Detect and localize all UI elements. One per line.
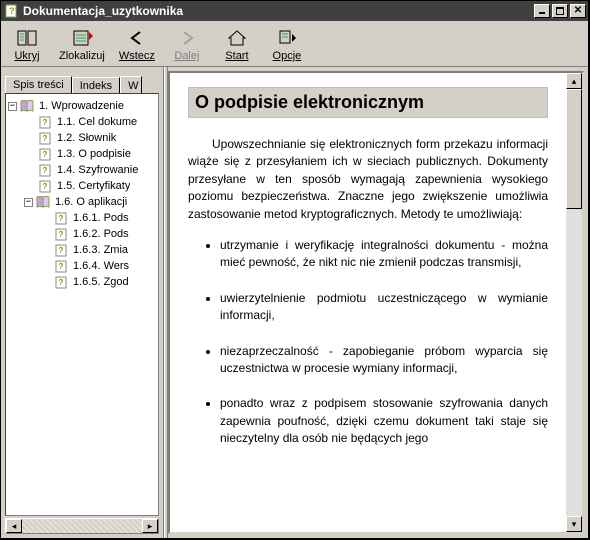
forward-button: Dalej — [167, 25, 207, 64]
content-vertical-scrollbar[interactable]: ▴ ▾ — [566, 73, 582, 532]
scroll-track[interactable] — [22, 519, 142, 533]
hide-icon — [15, 27, 39, 49]
options-label: Opcje — [273, 50, 302, 62]
tree-node[interactable]: ?1.6.4. Wers — [8, 258, 156, 274]
svg-text:?: ? — [43, 166, 48, 175]
tab-search[interactable]: W ◂▸ — [120, 76, 142, 94]
minimize-button[interactable] — [534, 4, 550, 18]
svg-text:?: ? — [43, 134, 48, 143]
svg-text:?: ? — [59, 246, 64, 255]
tree-view[interactable]: −1. Wprowadzenie ?1.1. Cel dokume ?1.2. … — [5, 93, 159, 516]
content-pane: O podpisie elektronicznym Upowszechniani… — [168, 71, 584, 534]
scroll-up-icon[interactable]: ▴ — [566, 73, 582, 89]
tree-node[interactable]: −1.6. O aplikacji — [8, 194, 156, 210]
intro-paragraph: Upowszechnianie się elektronicznych form… — [188, 136, 548, 223]
list-item: uwierzytelnienie podmiotu uczestnicząceg… — [220, 290, 548, 325]
page-icon: ? — [38, 115, 54, 129]
page-icon: ? — [54, 211, 70, 225]
window-title: Dokumentacja_uzytkownika — [23, 4, 534, 18]
page-icon: ? — [38, 179, 54, 193]
main-area: Spis treści Indeks W ◂▸ −1. Wprowadzenie… — [1, 67, 588, 538]
nav-pane: Spis treści Indeks W ◂▸ −1. Wprowadzenie… — [1, 67, 164, 538]
page-icon: ? — [54, 243, 70, 257]
back-arrow-icon — [125, 27, 149, 49]
tree-node[interactable]: ?1.6.5. Zgod — [8, 274, 156, 290]
tree-node[interactable]: ?1.4. Szyfrowanie — [8, 162, 156, 178]
toolbar: Ukryj Zlokalizuj Wstecz Dalej Start Opcj… — [1, 21, 588, 67]
scroll-thumb[interactable] — [566, 89, 582, 209]
svg-text:?: ? — [43, 150, 48, 159]
tree-node[interactable]: ?1.1. Cel dokume — [8, 114, 156, 130]
page-heading: O podpisie elektronicznym — [188, 87, 548, 118]
page-icon: ? — [54, 227, 70, 241]
options-button[interactable]: Opcje — [267, 25, 307, 64]
page-icon: ? — [54, 259, 70, 273]
app-icon: ? — [5, 4, 19, 18]
hide-label: Ukryj — [14, 50, 39, 62]
close-button[interactable]: ✕ — [570, 4, 586, 18]
tree-node[interactable]: ?1.6.2. Pods — [8, 226, 156, 242]
options-icon — [275, 27, 299, 49]
book-open-icon — [36, 195, 52, 209]
tab-contents[interactable]: Spis treści — [5, 76, 72, 93]
locate-button[interactable]: Zlokalizuj — [57, 25, 107, 64]
svg-text:?: ? — [59, 278, 64, 287]
back-label: Wstecz — [119, 50, 155, 62]
scroll-down-icon[interactable]: ▾ — [566, 516, 582, 532]
list-item: utrzymanie i weryfikację integralności d… — [220, 237, 548, 272]
scroll-track[interactable] — [566, 89, 582, 516]
tree-node[interactable]: ?1.5. Certyfikaty — [8, 178, 156, 194]
svg-text:?: ? — [43, 182, 48, 191]
home-icon — [225, 27, 249, 49]
svg-text:?: ? — [9, 6, 15, 16]
page-icon: ? — [54, 275, 70, 289]
home-button[interactable]: Start — [217, 25, 257, 64]
scroll-right-icon[interactable]: ▸ — [142, 519, 158, 533]
svg-text:?: ? — [43, 118, 48, 127]
list-item: niezaprzeczalność - zapobieganie próbom … — [220, 343, 548, 378]
tree-node[interactable]: −1. Wprowadzenie — [8, 98, 156, 114]
svg-text:?: ? — [59, 230, 64, 239]
tree-horizontal-scrollbar[interactable]: ◂ ▸ — [5, 518, 159, 534]
content-body: O podpisie elektronicznym Upowszechniani… — [170, 73, 566, 532]
tab-index[interactable]: Indeks — [72, 77, 120, 94]
book-open-icon — [20, 99, 36, 113]
forward-arrow-icon — [175, 27, 199, 49]
help-window: ? Dokumentacja_uzytkownika ✕ Ukryj Zloka… — [0, 0, 590, 540]
tree-node[interactable]: ?1.3. O podpisie — [8, 146, 156, 162]
svg-text:?: ? — [59, 214, 64, 223]
locate-icon — [70, 27, 94, 49]
forward-label: Dalej — [174, 50, 199, 62]
hide-nav-button[interactable]: Ukryj — [7, 25, 47, 64]
tree-node[interactable]: ?1.6.3. Zmia — [8, 242, 156, 258]
collapse-icon[interactable]: − — [8, 102, 17, 111]
page-icon: ? — [38, 131, 54, 145]
back-button[interactable]: Wstecz — [117, 25, 157, 64]
tree-node[interactable]: ?1.2. Słownik — [8, 130, 156, 146]
list-item: ponadto wraz z podpisem stosowanie szyfr… — [220, 395, 548, 447]
tree-node[interactable]: ?1.6.1. Pods — [8, 210, 156, 226]
svg-text:?: ? — [59, 262, 64, 271]
page-icon: ? — [38, 147, 54, 161]
page-icon: ? — [38, 163, 54, 177]
scroll-left-icon[interactable]: ◂ — [6, 519, 22, 533]
maximize-button[interactable] — [552, 4, 568, 18]
collapse-icon[interactable]: − — [24, 198, 33, 207]
home-label: Start — [225, 50, 248, 62]
titlebar[interactable]: ? Dokumentacja_uzytkownika ✕ — [1, 1, 588, 21]
nav-tabs: Spis treści Indeks W ◂▸ — [1, 67, 163, 93]
bullet-list: utrzymanie i weryfikację integralności d… — [188, 237, 548, 448]
locate-label: Zlokalizuj — [59, 50, 105, 62]
